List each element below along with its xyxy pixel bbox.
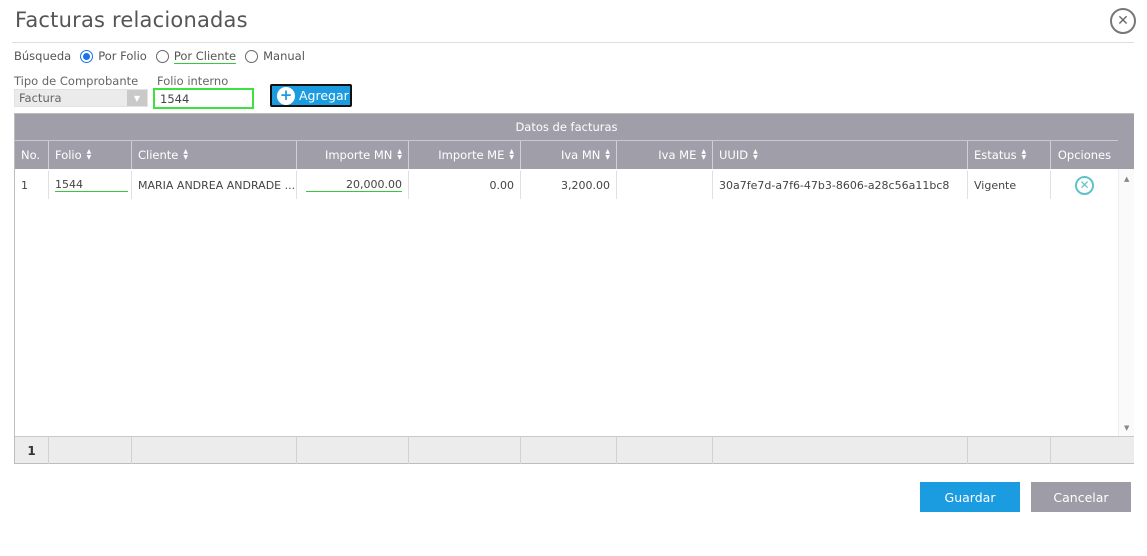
radio-icon[interactable] xyxy=(245,49,259,63)
footer-cell xyxy=(297,437,409,464)
sort-icon[interactable]: ▲ ▼ xyxy=(87,149,92,161)
cell-estatus: Vigente xyxy=(968,171,1051,199)
radio-label-manual: Manual xyxy=(263,49,305,63)
grid-column-headers: No. Folio ▲ ▼ Cliente ▲ ▼ Importe MN ▲ ▼ Impor… xyxy=(15,141,1118,169)
scroll-up-icon[interactable]: ▲ xyxy=(1124,175,1129,183)
search-mode-row: Búsqueda Por Folio Por Cliente Manual xyxy=(14,47,314,65)
cell-folio: 1544 xyxy=(49,171,132,199)
radio-label-por-cliente: Por Cliente xyxy=(173,48,237,64)
footer-cell xyxy=(1051,437,1118,464)
radio-icon[interactable] xyxy=(155,49,169,63)
column-header-folio[interactable]: Folio ▲ ▼ xyxy=(49,141,132,169)
footer-cell xyxy=(132,437,297,464)
column-header-cliente[interactable]: Cliente ▲ ▼ xyxy=(132,141,297,169)
sort-icon[interactable]: ▲ ▼ xyxy=(397,149,402,161)
column-header-uuid[interactable]: UUID ▲ ▼ xyxy=(713,141,968,169)
radio-label-por-folio: Por Folio xyxy=(98,49,147,63)
column-header-no: No. xyxy=(15,141,49,169)
sort-icon[interactable]: ▲ ▼ xyxy=(753,149,758,161)
close-icon[interactable]: ✕ xyxy=(1110,8,1136,34)
cell-uuid: 30a7fe7d-a7f6-47b3-8606-a28c56a11bc8 xyxy=(713,171,968,199)
footer-cell xyxy=(409,437,521,464)
radio-manual[interactable]: Manual xyxy=(245,49,305,63)
cell-opciones: ✕ xyxy=(1051,171,1118,199)
cell-importe-me: 0.00 xyxy=(409,171,521,199)
title-divider xyxy=(12,42,1134,43)
radio-por-cliente[interactable]: Por Cliente xyxy=(155,48,237,64)
sort-icon[interactable]: ▲ ▼ xyxy=(701,149,706,161)
cell-cliente: MARIA ANDREA ANDRADE ... xyxy=(132,171,297,199)
cell-no: 1 xyxy=(15,171,49,199)
tipo-comprobante-select[interactable]: Factura ▼ xyxy=(14,89,148,107)
footer-cell xyxy=(521,437,617,464)
scroll-down-icon[interactable]: ▼ xyxy=(1124,424,1129,432)
column-header-estatus[interactable]: Estatus ▲ ▼ xyxy=(968,141,1051,169)
footer-cell xyxy=(617,437,713,464)
folio-interno-input[interactable]: 1544 xyxy=(153,88,254,109)
plus-circle-icon: + xyxy=(277,86,295,105)
grid-footer: 1 xyxy=(15,436,1118,464)
folio-interno-label: Folio interno xyxy=(157,74,229,88)
footer-cell xyxy=(713,437,968,464)
sort-icon[interactable]: ▲ ▼ xyxy=(509,149,514,161)
cell-iva-me xyxy=(617,171,713,199)
cancelar-button[interactable]: Cancelar xyxy=(1031,482,1131,512)
footer-cell xyxy=(49,437,132,464)
sort-icon[interactable]: ▲ ▼ xyxy=(183,149,188,161)
grid-header-corner xyxy=(1118,114,1134,169)
column-header-iva-me[interactable]: Iva ME ▲ ▼ xyxy=(617,141,713,169)
cell-importe-mn: 20,000.00 xyxy=(297,171,409,199)
tipo-comprobante-value: Factura xyxy=(19,91,62,105)
grid-scrollbar[interactable]: ▲ ▼ xyxy=(1118,169,1134,436)
chevron-down-icon[interactable]: ▼ xyxy=(127,90,147,106)
footer-cell xyxy=(968,437,1051,464)
footer-corner xyxy=(1118,436,1134,463)
sort-icon[interactable]: ▲ ▼ xyxy=(605,149,610,161)
guardar-button[interactable]: Guardar xyxy=(920,482,1020,512)
tipo-comprobante-label: Tipo de Comprobante xyxy=(14,74,139,88)
footer-count: 1 xyxy=(15,437,49,464)
search-label: Búsqueda xyxy=(14,49,72,63)
dialog-title: Facturas relacionadas xyxy=(15,8,248,32)
column-header-importe-mn[interactable]: Importe MN ▲ ▼ xyxy=(297,141,409,169)
radio-por-folio[interactable]: Por Folio xyxy=(80,49,147,63)
table-row[interactable]: 1 1544 MARIA ANDREA ANDRADE ... 20,000.0… xyxy=(15,171,1118,199)
cell-iva-mn: 3,200.00 xyxy=(521,171,617,199)
grid-group-header: Datos de facturas xyxy=(15,114,1118,141)
column-header-opciones: Opciones xyxy=(1057,148,1112,162)
column-header-importe-me[interactable]: Importe ME ▲ ▼ xyxy=(409,141,521,169)
sort-icon[interactable]: ▲ ▼ xyxy=(1022,149,1027,161)
column-header-iva-mn[interactable]: Iva MN ▲ ▼ xyxy=(521,141,617,169)
agregar-label: Agregar xyxy=(299,88,349,103)
delete-circle-icon[interactable]: ✕ xyxy=(1075,175,1094,195)
agregar-button[interactable]: + Agregar xyxy=(270,84,352,107)
facturas-grid: Datos de facturas No. Folio ▲ ▼ Cliente ▲ ▼ … xyxy=(14,113,1134,464)
radio-icon-checked[interactable] xyxy=(80,49,94,63)
